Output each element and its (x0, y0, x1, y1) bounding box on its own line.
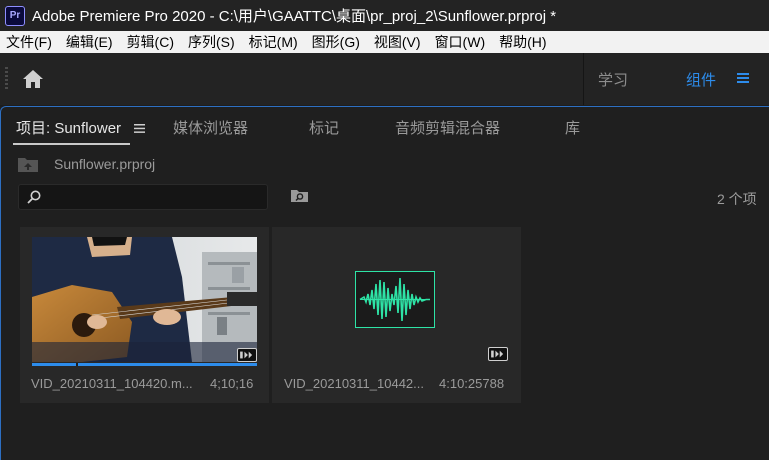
home-button[interactable] (20, 67, 46, 91)
search-input[interactable] (18, 184, 268, 210)
panel-menu-icon[interactable] (134, 124, 145, 133)
workspace-bar: 学习 组件 (0, 53, 769, 105)
clip-name: VID_20210311_10442... (284, 376, 424, 391)
menu-file[interactable]: 文件(F) (0, 32, 59, 52)
menu-clip[interactable]: 剪辑(C) (120, 32, 181, 52)
clip-usage-marker (76, 363, 78, 366)
clip-tile-audio[interactable]: VID_20210311_10442... 4:10:25788 (272, 227, 521, 403)
video-badge-icon (237, 348, 257, 362)
tab-markers[interactable]: 标记 (309, 117, 339, 138)
tab-libraries[interactable]: 库 (565, 117, 580, 138)
menu-graphics[interactable]: 图形(G) (305, 32, 367, 52)
active-tab-indicator (13, 143, 130, 145)
menu-bar: 文件(F) 编辑(E) 剪辑(C) 序列(S) 标记(M) 图形(G) 视图(V… (0, 31, 769, 53)
clip-tile-video[interactable]: VID_20210311_104420.m... 4;10;16 (20, 227, 269, 403)
video-thumbnail (32, 237, 257, 362)
clip-duration: 4:10:25788 (439, 376, 505, 391)
find-in-bin-icon[interactable] (290, 188, 309, 203)
window-title: Adobe Premiere Pro 2020 - C:\用户\GAATTC\桌… (32, 8, 557, 25)
drag-grip-icon[interactable] (5, 67, 8, 91)
project-panel: 项目: Sunflower 媒体浏览器 标记 音频剪辑混合器 库 Sunflow… (0, 106, 769, 460)
tab-audio-clip-mixer[interactable]: 音频剪辑混合器 (395, 117, 500, 138)
tab-media-browser[interactable]: 媒体浏览器 (173, 117, 248, 138)
workspace-menu-icon[interactable] (737, 73, 749, 83)
title-bar: Pr Adobe Premiere Pro 2020 - C:\用户\GAATT… (0, 0, 769, 31)
menu-markers[interactable]: 标记(M) (242, 32, 305, 52)
menu-sequence[interactable]: 序列(S) (181, 32, 242, 52)
audio-badge-icon (488, 347, 508, 361)
workspace-learn[interactable]: 学习 (598, 69, 628, 90)
clip-duration: 4;10;16 (210, 376, 254, 391)
item-count: 2 个项 (717, 191, 757, 207)
clip-usage-bar (32, 363, 257, 366)
folder-up-icon[interactable] (17, 155, 39, 173)
tab-project[interactable]: 项目: Sunflower (16, 117, 121, 138)
premiere-pro-icon: Pr (5, 5, 25, 26)
project-file-name: Sunflower.prproj (54, 156, 156, 172)
home-icon (23, 70, 43, 88)
clip-name: VID_20210311_104420.m... (31, 376, 193, 391)
menu-help[interactable]: 帮助(H) (492, 32, 553, 52)
workspace-divider (583, 53, 584, 105)
menu-view[interactable]: 视图(V) (367, 32, 428, 52)
workspace-components[interactable]: 组件 (686, 69, 716, 90)
menu-edit[interactable]: 编辑(E) (59, 32, 120, 52)
audio-waveform (355, 271, 435, 328)
menu-window[interactable]: 窗口(W) (428, 32, 493, 52)
search-icon (27, 190, 41, 204)
